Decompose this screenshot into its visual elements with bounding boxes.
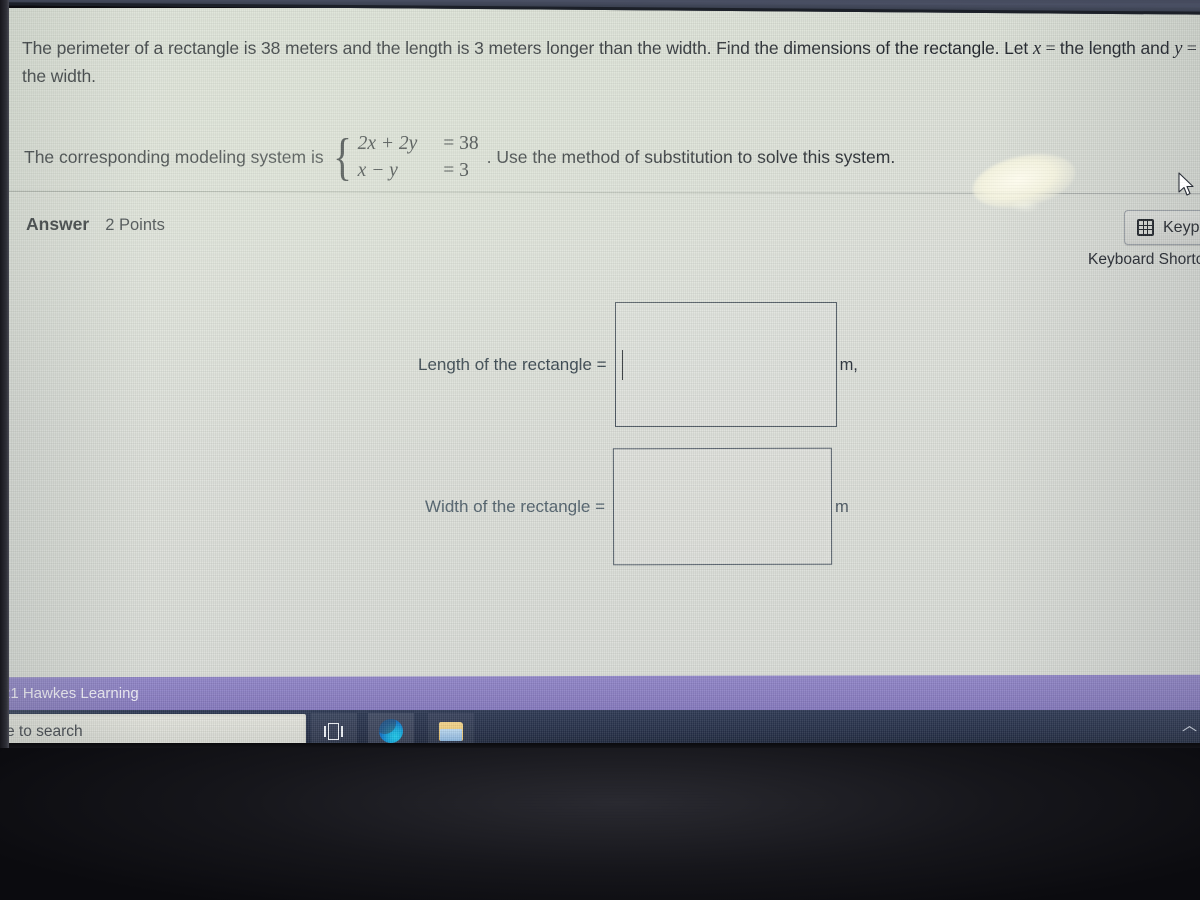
equals-sign-2: = xyxy=(1182,38,1197,58)
screen-bezel-left xyxy=(0,0,9,748)
question-text-part-2: the length and xyxy=(1059,38,1175,58)
task-view-button[interactable] xyxy=(311,713,357,743)
question-text-part-3: the width. xyxy=(22,66,96,86)
screen-surface: The perimeter of a rectangle is 38 meter… xyxy=(6,8,1200,743)
modeling-system-tail: . Use the method of substitution to solv… xyxy=(486,146,896,167)
modeling-system-line: The corresponding modeling system is { 2… xyxy=(24,130,895,184)
laptop-screen-photo: The perimeter of a rectangle is 38 meter… xyxy=(0,0,1200,900)
keypad-button-label: Keypad xyxy=(1163,218,1200,236)
answer-label: Answer xyxy=(26,214,90,234)
text-caret xyxy=(621,349,624,380)
answer-points: 2 Points xyxy=(105,216,165,234)
variable-x: x xyxy=(1032,39,1042,59)
question-text-part-1: The perimeter of a rectangle is 38 meter… xyxy=(22,38,1033,58)
length-unit-label: m, xyxy=(839,356,858,374)
equals-sign-1: = xyxy=(1041,38,1060,58)
calculator-icon xyxy=(1137,219,1154,236)
length-input[interactable] xyxy=(614,302,837,427)
footer-band xyxy=(6,674,1200,714)
task-view-icon xyxy=(323,722,345,740)
equation-1-rhs: = 38 xyxy=(443,132,479,154)
equation-2-lhs: x − y xyxy=(357,159,398,181)
left-brace-icon: { xyxy=(332,128,352,186)
keypad-button[interactable]: Keypad xyxy=(1124,210,1200,245)
length-field-row: Length of the rectangle = m, xyxy=(418,302,858,427)
folder-icon xyxy=(439,721,463,741)
equation-1-lhs: 2x + 2y xyxy=(357,132,418,154)
width-field-label: Width of the rectangle = xyxy=(425,496,606,516)
width-input[interactable] xyxy=(612,447,833,566)
answer-header: Answer 2 Points xyxy=(26,214,165,235)
chevron-up-icon[interactable]: ︿ xyxy=(1182,714,1197,735)
section-divider xyxy=(6,190,1200,195)
search-placeholder: e to search xyxy=(6,723,83,740)
equation-system: 2x + 2y = 38 x − y = 3 xyxy=(358,130,479,184)
file-explorer-taskbar-button[interactable] xyxy=(428,713,474,743)
hawkes-learning-page: The perimeter of a rectangle is 38 meter… xyxy=(6,8,1200,743)
modeling-system-lead: The corresponding modeling system is xyxy=(24,146,324,167)
edge-icon xyxy=(379,719,403,743)
edge-taskbar-button[interactable] xyxy=(368,713,414,743)
question-statement: The perimeter of a rectangle is 38 meter… xyxy=(22,35,1197,90)
width-unit-label: m xyxy=(835,497,849,516)
footer-copyright: 21 Hawkes Learning xyxy=(6,685,139,702)
keyboard-shortcuts-link[interactable]: Keyboard Shortcuts xyxy=(1088,251,1200,269)
equation-2-rhs: = 3 xyxy=(443,159,469,181)
laptop-chassis: DELL xyxy=(0,748,1200,900)
length-field-label: Length of the rectangle = xyxy=(418,354,607,374)
width-field-row: Width of the rectangle = m xyxy=(425,447,849,566)
mouse-cursor xyxy=(1178,172,1196,198)
